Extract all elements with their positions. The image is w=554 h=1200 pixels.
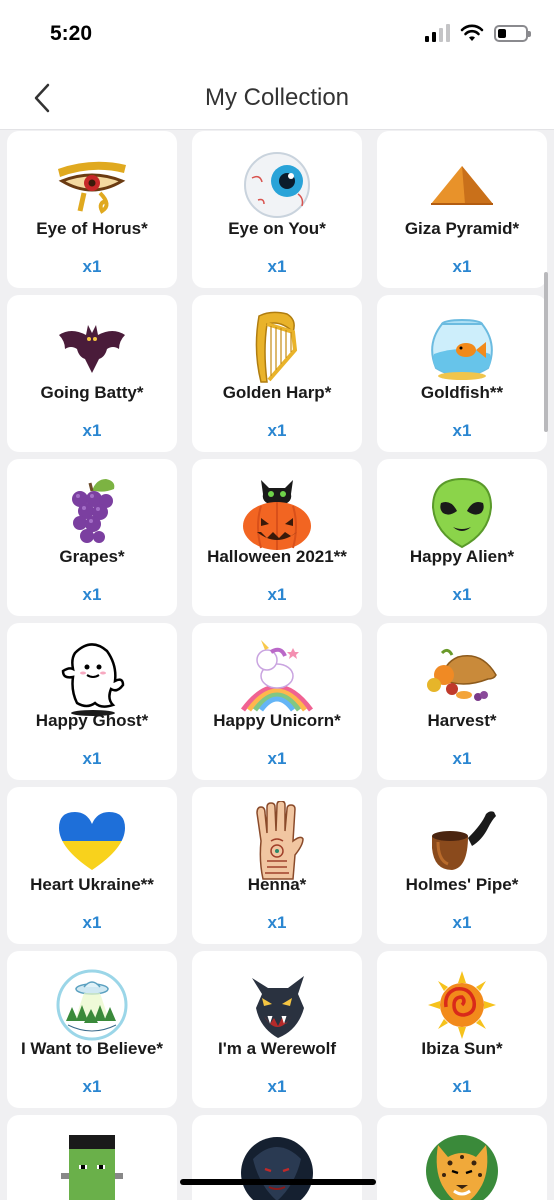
vampire-icon xyxy=(237,1129,317,1200)
collection-item[interactable]: Ibiza Sun* x1 xyxy=(377,951,547,1108)
collection-item[interactable]: Eye on You* x1 xyxy=(192,131,362,288)
nav-bar: My Collection xyxy=(0,66,554,130)
collection-item[interactable]: I'm a Werewolf x1 xyxy=(192,951,362,1108)
item-name: I Want to Believe* xyxy=(20,1039,163,1058)
item-name: Going Batty* xyxy=(40,383,144,402)
collection-grid: Eye of Horus* x1 Eye on You* x1 Giza Pyramid… xyxy=(7,131,547,1200)
item-count: x1 xyxy=(82,585,102,604)
item-name: Henna* xyxy=(247,875,307,894)
cornucopia-icon xyxy=(422,637,502,717)
collection-item[interactable] xyxy=(377,1115,547,1200)
item-count: x1 xyxy=(82,1077,102,1096)
werewolf-icon xyxy=(237,965,317,1045)
scrollbar[interactable] xyxy=(544,272,548,432)
item-count: x1 xyxy=(267,749,287,768)
bat-icon xyxy=(52,309,132,389)
item-count: x1 xyxy=(452,257,472,276)
henna-hand-icon xyxy=(237,801,317,881)
item-count: x1 xyxy=(267,257,287,276)
item-name: Heart Ukraine** xyxy=(30,875,154,894)
page-title: My Collection xyxy=(204,84,350,111)
status-bar: 5:20 xyxy=(0,0,554,66)
collection-item[interactable]: I Want to Believe* x1 xyxy=(7,951,177,1108)
item-name: Grapes* xyxy=(59,547,125,566)
collection-item[interactable]: Grapes* x1 xyxy=(7,459,177,616)
item-name: Halloween 2021** xyxy=(207,547,347,566)
collection-item[interactable]: Going Batty* x1 xyxy=(7,295,177,452)
harp-icon xyxy=(237,309,317,389)
item-count: x1 xyxy=(452,421,472,440)
item-name: Harvest* xyxy=(427,711,497,730)
alien-icon xyxy=(422,473,502,553)
item-count: x1 xyxy=(267,585,287,604)
collection-item[interactable]: Halloween 2021** x1 xyxy=(192,459,362,616)
eye-of-horus-icon xyxy=(52,145,132,225)
status-icons xyxy=(425,24,531,42)
collection-item[interactable]: Happy Unicorn* x1 xyxy=(192,623,362,780)
item-count: x1 xyxy=(452,585,472,604)
frankenstein-icon xyxy=(52,1129,132,1200)
sun-icon xyxy=(422,965,502,1045)
home-indicator[interactable] xyxy=(180,1179,376,1185)
item-count: x1 xyxy=(452,913,472,932)
jaguar-icon xyxy=(422,1129,502,1200)
collection-item[interactable]: Giza Pyramid* x1 xyxy=(377,131,547,288)
ukraine-heart-icon xyxy=(52,801,132,881)
battery-icon xyxy=(494,24,531,42)
status-time: 5:20 xyxy=(50,22,93,45)
goldfish-bowl-icon xyxy=(422,309,502,389)
grapes-icon xyxy=(52,473,132,553)
ufo-badge-icon xyxy=(52,965,132,1045)
ghost-icon xyxy=(52,637,132,717)
collection-item[interactable] xyxy=(7,1115,177,1200)
collection-item[interactable]: Happy Ghost* x1 xyxy=(7,623,177,780)
collection-item[interactable]: Henna* x1 xyxy=(192,787,362,944)
item-name: Golden Harp* xyxy=(222,383,332,402)
item-name: I'm a Werewolf xyxy=(217,1039,337,1058)
wifi-icon xyxy=(460,24,484,41)
pipe-icon xyxy=(422,801,502,881)
item-count: x1 xyxy=(82,257,102,276)
item-count: x1 xyxy=(82,749,102,768)
collection-item[interactable]: Golden Harp* x1 xyxy=(192,295,362,452)
eyeball-icon xyxy=(237,145,317,225)
item-count: x1 xyxy=(267,1077,287,1096)
collection-item[interactable]: Harvest* x1 xyxy=(377,623,547,780)
collection-item[interactable]: Eye of Horus* x1 xyxy=(7,131,177,288)
unicorn-icon xyxy=(237,637,317,717)
item-name: Giza Pyramid* xyxy=(404,219,520,238)
item-count: x1 xyxy=(452,1077,472,1096)
item-name: Eye on You* xyxy=(228,219,326,238)
item-name: Eye of Horus* xyxy=(36,219,148,238)
pyramid-icon xyxy=(422,145,502,225)
item-count: x1 xyxy=(452,749,472,768)
item-name: Happy Ghost* xyxy=(35,711,149,730)
collection-item[interactable]: Goldfish** x1 xyxy=(377,295,547,452)
item-count: x1 xyxy=(82,421,102,440)
collection-item[interactable]: Heart Ukraine** x1 xyxy=(7,787,177,944)
item-name: Holmes' Pipe* xyxy=(405,875,519,894)
item-name: Goldfish** xyxy=(420,383,504,402)
collection-item[interactable] xyxy=(192,1115,362,1200)
pumpkin-cat-icon xyxy=(237,473,317,553)
item-count: x1 xyxy=(82,913,102,932)
item-count: x1 xyxy=(267,913,287,932)
collection-item[interactable]: Holmes' Pipe* x1 xyxy=(377,787,547,944)
signal-icon xyxy=(425,24,450,42)
collection-item[interactable]: Happy Alien* x1 xyxy=(377,459,547,616)
item-name: Happy Alien* xyxy=(409,547,515,566)
item-name: Happy Unicorn* xyxy=(213,711,341,730)
item-count: x1 xyxy=(267,421,287,440)
item-name: Ibiza Sun* xyxy=(421,1039,503,1058)
